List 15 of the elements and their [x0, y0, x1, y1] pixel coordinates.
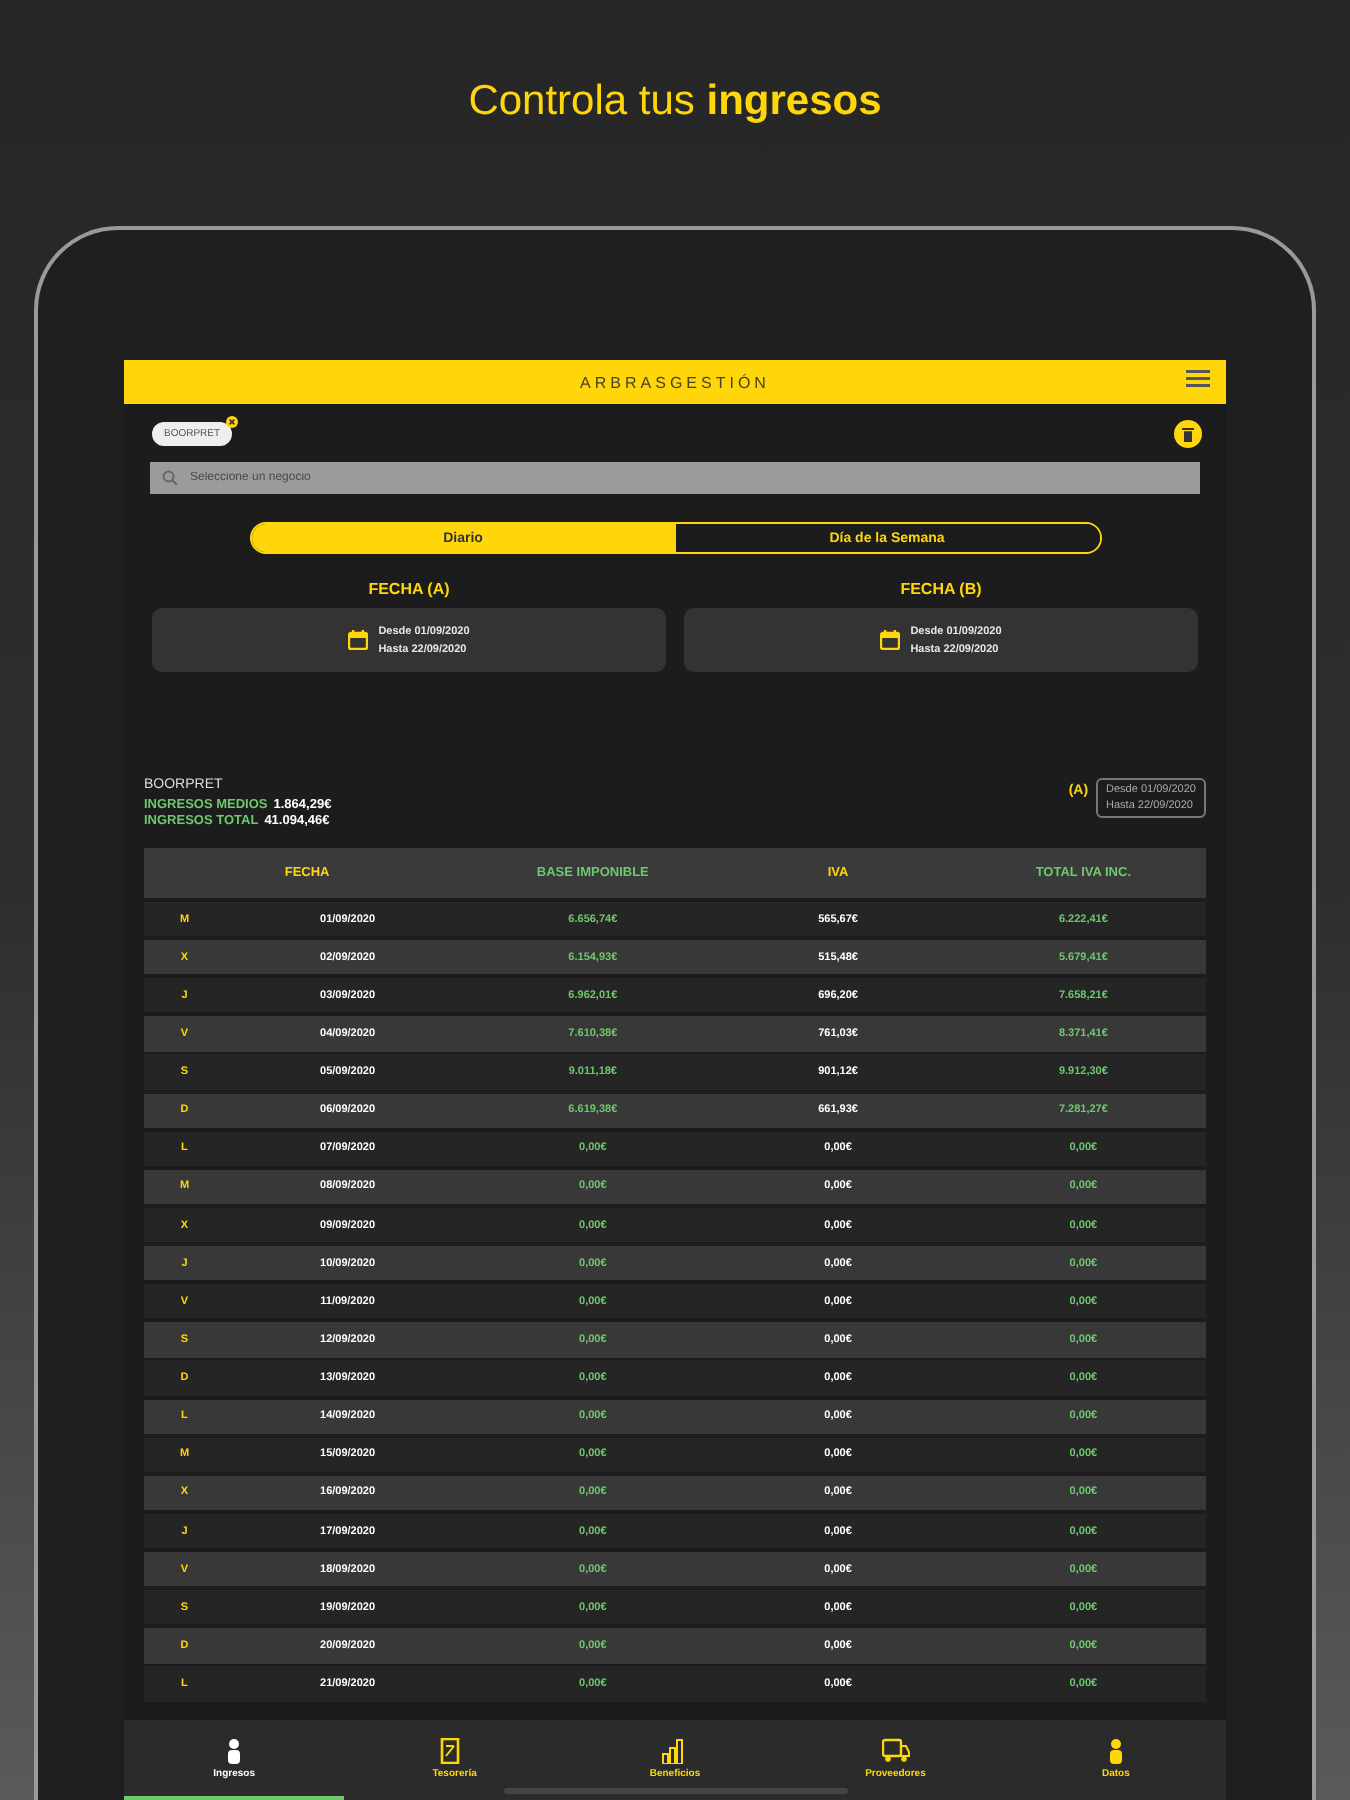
- truck-icon: [881, 1737, 910, 1763]
- close-icon: [226, 416, 239, 428]
- person-icon: [1109, 1737, 1122, 1763]
- headline: Controla tus ingresos: [468, 77, 882, 125]
- date-title: FECHA (B): [900, 580, 982, 598]
- person-icon: [228, 1737, 241, 1763]
- menu-button[interactable]: [1186, 370, 1210, 388]
- date-title: FECHA (A): [368, 580, 450, 598]
- menu-icon: [1186, 370, 1210, 388]
- calendar-icon: [348, 630, 369, 650]
- app-logo: ARBRASGESTIÓN: [580, 373, 770, 391]
- bar-chart-icon: [661, 1737, 689, 1763]
- calendar-icon: [880, 630, 901, 650]
- trash-icon: [1182, 427, 1194, 441]
- delete-button[interactable]: [1174, 420, 1202, 448]
